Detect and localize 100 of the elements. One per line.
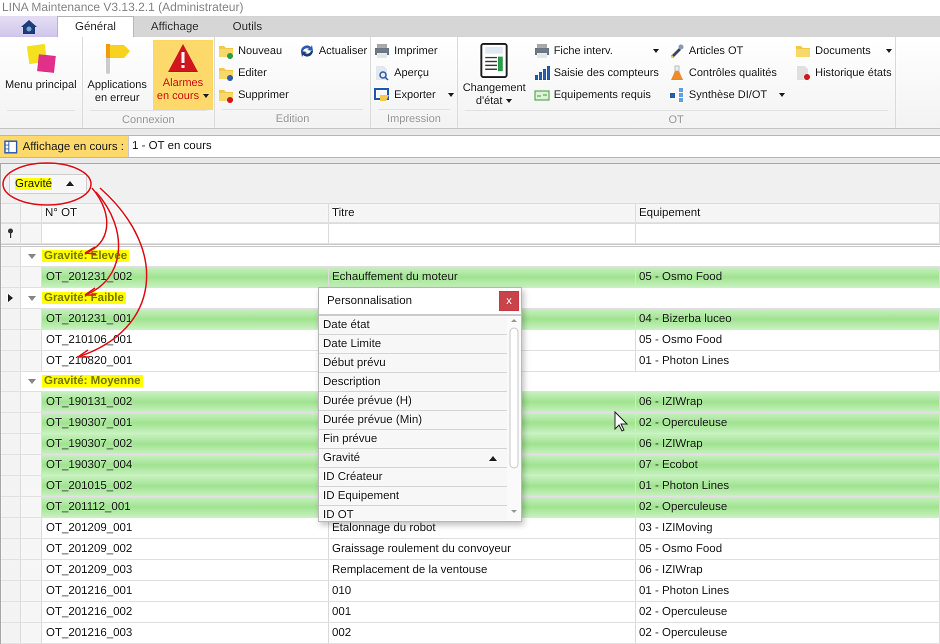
field-list-item[interactable]: ID Créateur <box>319 468 507 487</box>
table-cell: 03 - IZIMoving <box>636 518 940 539</box>
row-pointer-icon <box>8 294 13 302</box>
ribbon-tab[interactable]: Affichage <box>134 16 216 37</box>
table-cell: 001 <box>329 602 636 623</box>
indent-cell <box>21 518 42 539</box>
table-cell: 02 - Operculeuse <box>636 602 940 623</box>
ribbon-button[interactable]: Saisie des compteurs <box>532 62 661 84</box>
table-cell: Graissage roulement du convoyeur <box>329 539 636 560</box>
ribbon-button[interactable]: Alarmes en cours <box>152 40 214 110</box>
ribbon-button[interactable]: Historique états <box>793 62 894 84</box>
table-cell: 06 - IZIWrap <box>636 392 940 413</box>
indent-cell <box>21 560 42 581</box>
close-button[interactable]: x <box>499 291 519 311</box>
table-cell: 01 - Photon Lines <box>636 476 940 497</box>
ribbon-button[interactable]: Contrôles qualités <box>666 62 788 84</box>
warning-icon <box>166 42 200 74</box>
table-cell: 06 - IZIWrap <box>636 434 940 455</box>
home-tab[interactable] <box>0 16 57 37</box>
field-list-item[interactable]: Fin prévue <box>319 430 507 449</box>
field-list-item[interactable]: ID Equipement <box>319 487 507 506</box>
ribbon-button[interactable]: Changement d'état <box>458 40 530 110</box>
indent-cell <box>21 581 42 602</box>
group-label: Connexion <box>90 110 208 129</box>
ribbon-button[interactable]: Actualiser <box>296 40 370 62</box>
collapse-icon[interactable] <box>28 253 36 260</box>
flask-icon <box>668 65 685 81</box>
table-cell: Remplacement de la ventouse <box>329 560 636 581</box>
filter-field[interactable] <box>42 224 329 244</box>
table-cell: 07 - Ecobot <box>636 455 940 476</box>
mouse-cursor-icon <box>614 410 628 432</box>
ribbon-button[interactable]: Nouveau <box>216 40 291 62</box>
table-cell: Echauffement du moteur <box>329 267 636 288</box>
ribbon-button[interactable]: Articles OT <box>666 40 788 62</box>
field-list-item[interactable]: Durée prévue (H) <box>319 392 507 411</box>
table-cell: 05 - Osmo Food <box>636 267 940 288</box>
filter-field[interactable] <box>636 224 940 244</box>
field-list-item[interactable]: ID OT <box>319 506 507 521</box>
field-list-item[interactable]: Durée prévue (Min) <box>319 411 507 430</box>
field-list-item[interactable]: Date Limite <box>319 335 507 354</box>
field-list-item[interactable]: Date état <box>319 316 507 335</box>
group-label: Impression <box>378 109 450 128</box>
ribbon-button[interactable]: Exporter <box>372 84 456 106</box>
folder-icon <box>218 65 234 81</box>
chart-icon <box>534 65 550 81</box>
filter-field[interactable] <box>329 224 636 244</box>
layout-icon <box>4 140 18 154</box>
home-icon <box>20 18 38 34</box>
table-cell: OT_201216_002 <box>42 602 329 623</box>
field-list-item[interactable]: Début prévu <box>319 354 507 373</box>
ribbon-button[interactable]: Editer <box>216 62 291 84</box>
collapse-icon[interactable] <box>28 378 36 384</box>
ribbon-tab[interactable]: Général <box>57 16 134 37</box>
ribbon-button[interactable]: Applications en erreur <box>84 40 151 110</box>
ribbon-button[interactable]: Fiche interv. <box>532 40 661 62</box>
ribbon-button[interactable]: Menu principal <box>1 40 81 110</box>
printer-icon <box>374 43 390 59</box>
table-cell: OT_201209_003 <box>42 560 329 581</box>
ribbon-button[interactable]: Aperçu <box>372 62 456 84</box>
diagram-icon <box>668 87 685 103</box>
table-cell: OT_201209_002 <box>42 539 329 560</box>
ribbon-button[interactable]: Equipements requis <box>532 84 661 106</box>
table-cell: 04 - Bizerba luceo <box>636 308 940 330</box>
field-list-item[interactable]: Description <box>319 373 507 392</box>
group-label: OT <box>464 110 888 129</box>
table-cell: OT_201216_003 <box>42 623 329 644</box>
collapse-icon[interactable] <box>28 294 36 301</box>
field-list-item[interactable]: Gravité <box>319 449 507 468</box>
ribbon-button[interactable]: Imprimer <box>372 40 456 62</box>
table-cell: 01 - Photon Lines <box>636 581 940 602</box>
refresh-icon <box>298 43 315 59</box>
ribbon-button[interactable]: Supprimer <box>216 84 291 106</box>
ribbon-button[interactable]: Documents <box>793 40 894 62</box>
table-cell: 02 - Operculeuse <box>636 497 940 518</box>
document-icon <box>478 42 510 79</box>
table-cell: 02 - Operculeuse <box>636 413 940 434</box>
printer-icon <box>534 43 550 59</box>
view-field[interactable]: 1 - OT en cours <box>128 136 940 157</box>
column-header[interactable]: Titre <box>329 204 636 224</box>
ribbon-tab[interactable]: Outils <box>216 16 280 37</box>
group-label: Edition <box>222 109 364 128</box>
view-label-text: Affichage en cours : <box>22 140 124 152</box>
ribbon-button[interactable]: Synthèse DI/OT <box>666 84 788 106</box>
indent-cell <box>21 602 42 623</box>
table-cell: 02 - Operculeuse <box>636 623 940 644</box>
group-row-label: Gravité: Faible <box>42 292 126 304</box>
column-header[interactable]: N° OT <box>42 204 329 224</box>
table-cell: 002 <box>329 623 636 644</box>
window-title: LINA Maintenance V3.13.2.1 (Administrateur) <box>0 0 940 16</box>
table-cell: 06 - IZIWrap <box>636 560 940 581</box>
group-by-chip[interactable]: Gravité <box>9 174 88 194</box>
folder-icon <box>218 43 234 59</box>
folder-icon <box>218 87 234 103</box>
folder-icon <box>795 43 812 59</box>
column-header[interactable]: Equipement <box>636 204 940 224</box>
group-row-label: Gravité: Moyenne <box>42 375 142 388</box>
tools-icon <box>668 43 685 59</box>
table-cell: 010 <box>329 581 636 602</box>
file-icon <box>795 65 812 81</box>
table-cell: OT_201216_001 <box>42 581 329 602</box>
